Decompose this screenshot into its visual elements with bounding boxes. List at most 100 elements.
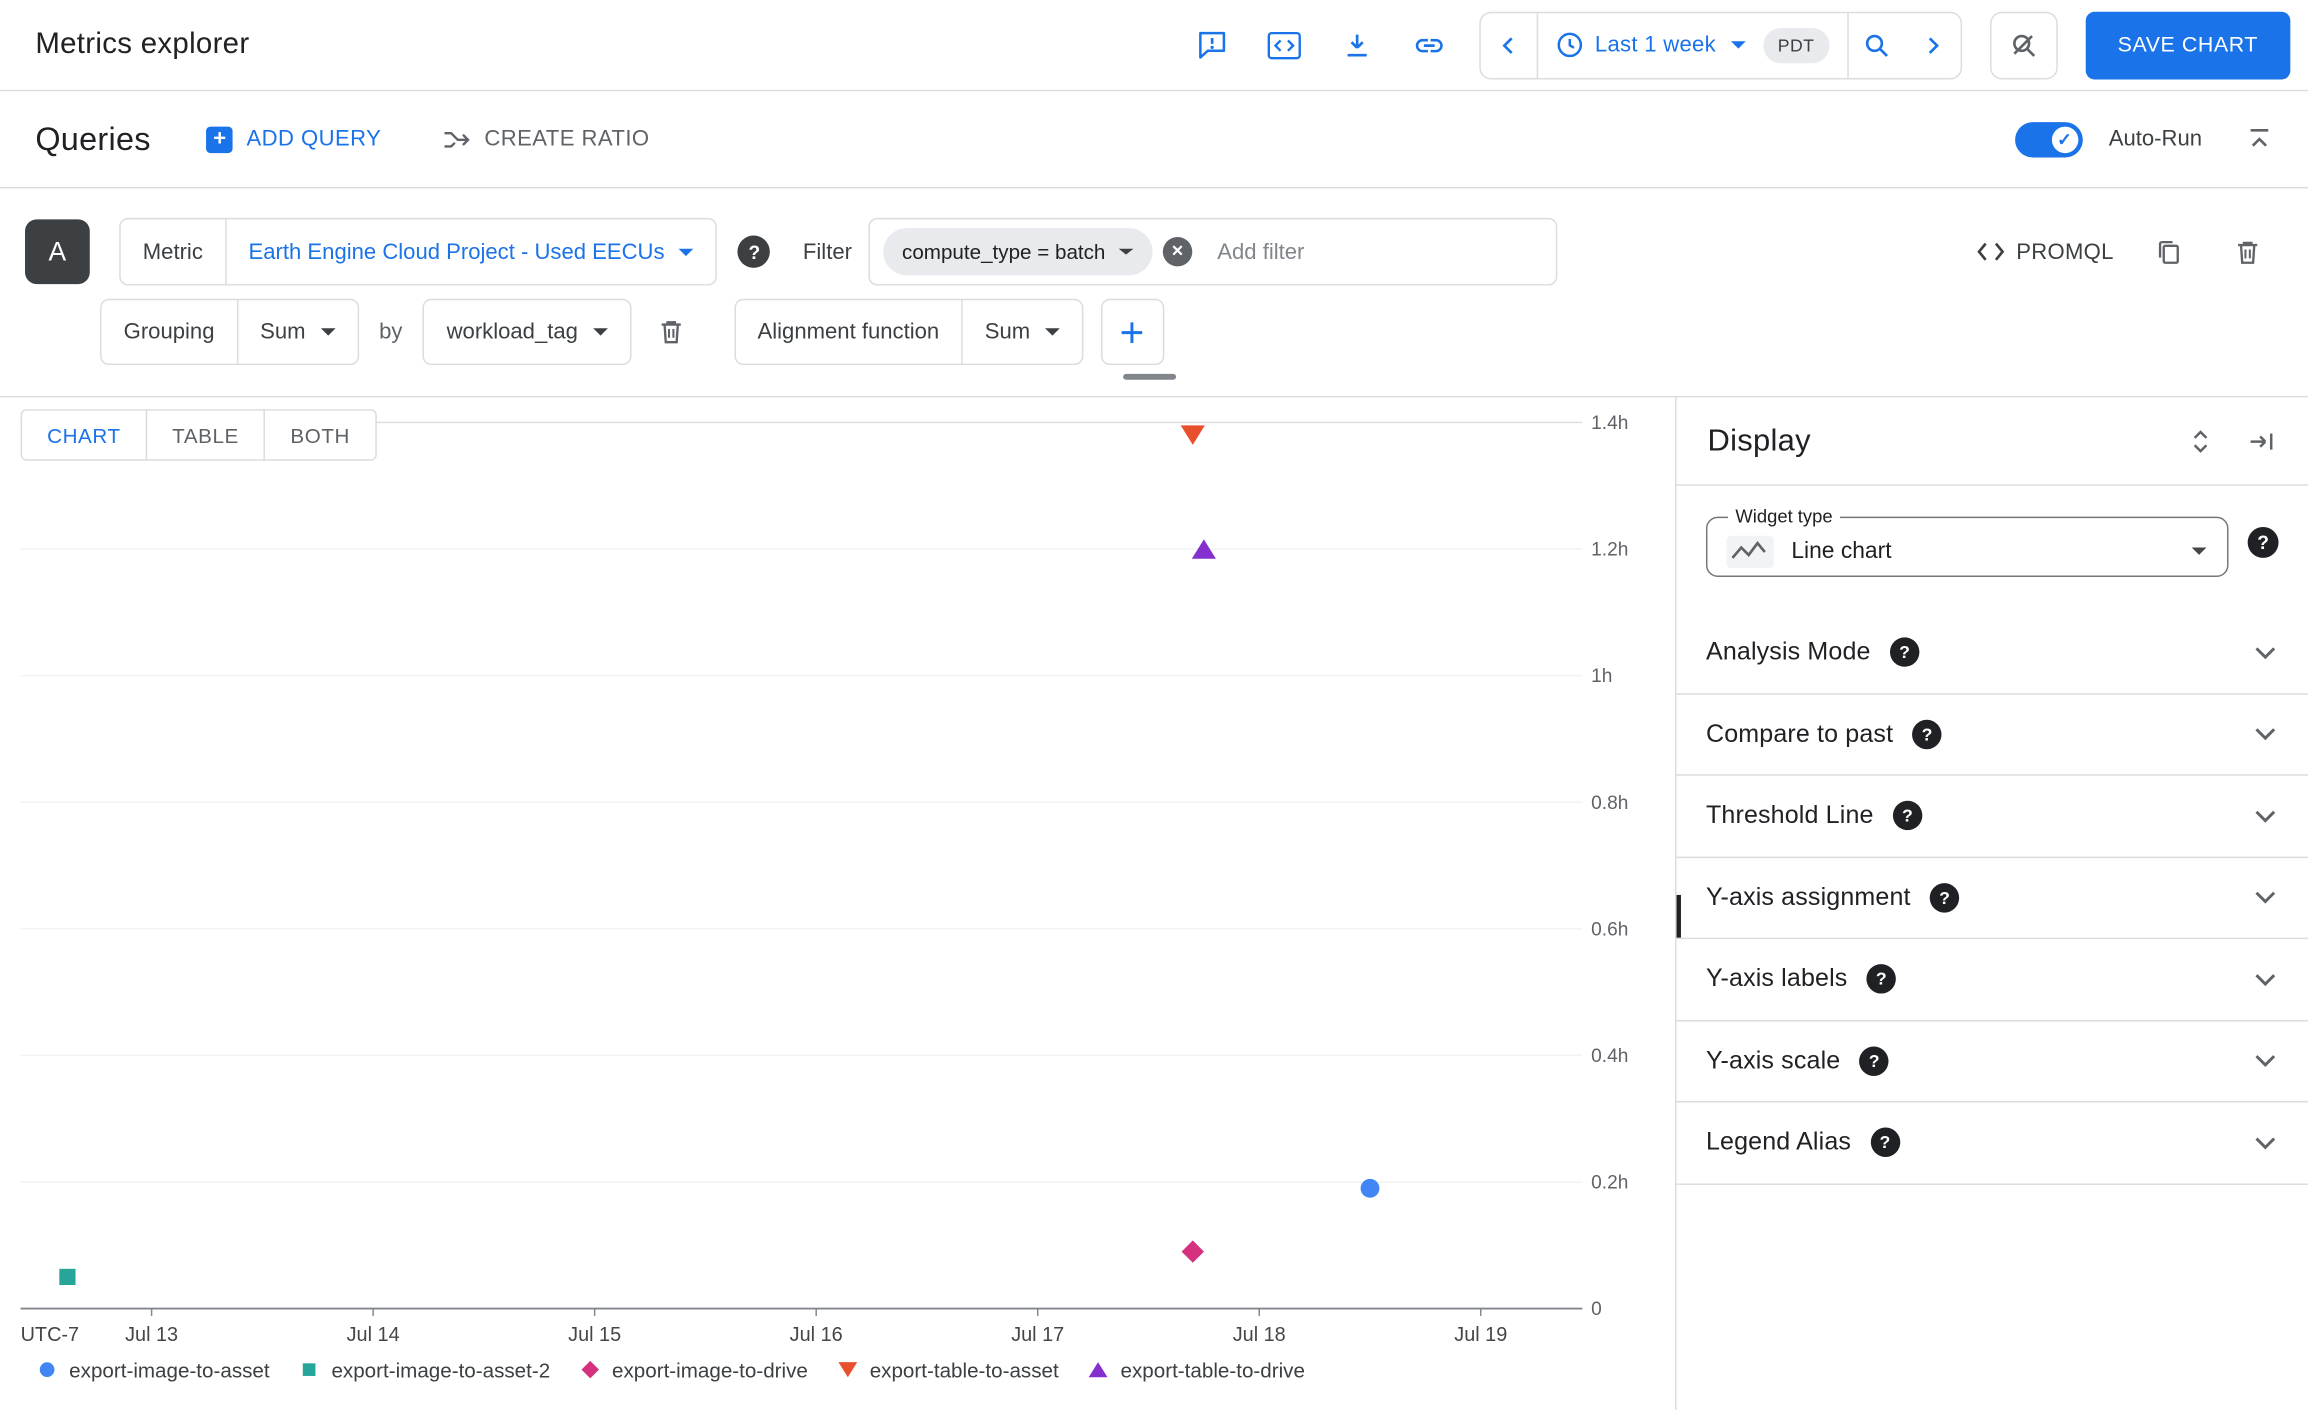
legend-export-image-to-drive[interactable]: export-image-to-drive: [578, 1357, 808, 1382]
group-by-value: workload_tag: [446, 319, 578, 345]
svg-text:Jul 17: Jul 17: [1011, 1324, 1064, 1346]
y-axis-scale-help-icon[interactable]: [1859, 1046, 1889, 1076]
x-axis: UTC-7 Jul 13 Jul 14 Jul 15 Jul 16 Jul 17 Jul 1…: [21, 1308, 1507, 1346]
tab-table[interactable]: TABLE: [145, 409, 266, 461]
chevron-down-icon: [2255, 646, 2276, 659]
tab-chart[interactable]: CHART: [20, 409, 148, 461]
section-title: Y-axis labels: [1705, 964, 1848, 993]
widget-type-select[interactable]: Widget type Line chart: [1705, 506, 2229, 578]
legend-alias-help-icon[interactable]: [1870, 1127, 1900, 1158]
metric-selector[interactable]: Metric Earth Engine Cloud Project - Used…: [119, 217, 718, 286]
duplicate-query-button[interactable]: [2143, 227, 2193, 277]
metric-label: Metric: [142, 239, 203, 265]
filter-label: Filter: [802, 239, 853, 265]
filter-chip-label: compute_type = batch: [902, 239, 1106, 264]
analysis-mode-help-icon[interactable]: [1889, 637, 1920, 668]
legend-export-table-to-asset[interactable]: export-table-to-asset: [836, 1357, 1059, 1382]
svg-text:Jul 15: Jul 15: [568, 1324, 621, 1346]
chevron-down-icon: [2255, 973, 2276, 986]
delete-query-button[interactable]: [2223, 227, 2273, 277]
query-letter-badge: A: [25, 219, 90, 285]
section-analysis-mode[interactable]: Analysis Mode: [1676, 612, 2308, 695]
section-y-axis-assignment[interactable]: Y-axis assignment: [1676, 857, 2308, 940]
grouping-selector[interactable]: Grouping Sum: [100, 298, 359, 366]
create-ratio-label: CREATE RATIO: [484, 126, 650, 152]
legend-export-image-to-asset-2[interactable]: export-image-to-asset-2: [298, 1357, 550, 1382]
compare-to-past-help-icon[interactable]: [1912, 719, 1942, 749]
metric-help-icon[interactable]: [738, 235, 771, 268]
legend-label: export-table-to-asset: [869, 1357, 1059, 1382]
threshold-line-help-icon[interactable]: [1892, 801, 1923, 831]
resize-handle[interactable]: [1122, 373, 1176, 380]
remove-filter-icon[interactable]: [1162, 236, 1193, 267]
time-back-button[interactable]: [1480, 13, 1536, 78]
auto-run-toggle[interactable]: [2014, 121, 2083, 157]
filter-chip[interactable]: compute_type = batch: [882, 228, 1153, 276]
query-actions: PROMQL: [1976, 227, 2272, 277]
metrics-explorer-app: Metrics explorer Last 1 week PDT SAVE CH…: [0, 0, 2308, 1410]
chevron-down-icon: [2255, 1055, 2276, 1068]
chevron-left-icon: [1501, 36, 1512, 54]
legend-label: export-image-to-asset: [69, 1357, 270, 1382]
caret-down-icon: [1044, 328, 1060, 336]
display-panel-header: Display: [1676, 397, 2308, 486]
feedback-icon: [1199, 31, 1226, 59]
time-range-selector[interactable]: Last 1 week PDT: [1537, 13, 1846, 78]
feedback-button[interactable]: [1181, 14, 1243, 76]
save-chart-button[interactable]: SAVE CHART: [2085, 11, 2291, 79]
filter-input[interactable]: compute_type = batch Add filter: [868, 217, 1558, 286]
y-axis-assignment-help-icon[interactable]: [1929, 882, 1960, 913]
chevron-down-icon: [2255, 1137, 2276, 1150]
alignment-function-selector[interactable]: Alignment function Sum: [733, 298, 1084, 366]
copy-icon: [2158, 240, 2179, 264]
download-icon: [1346, 33, 1366, 56]
section-threshold-line[interactable]: Threshold Line: [1676, 776, 2308, 858]
legend-export-table-to-drive[interactable]: export-table-to-drive: [1087, 1357, 1305, 1382]
caret-down-icon: [1118, 248, 1134, 255]
tab-both[interactable]: BOTH: [263, 409, 377, 461]
triangle-down-marker-icon: [838, 1362, 858, 1378]
alignment-label: Alignment function: [757, 319, 940, 345]
section-compare-to-past[interactable]: Compare to past: [1676, 694, 2308, 776]
y-axis-labels-help-icon[interactable]: [1866, 964, 1897, 994]
unfold-sections-button[interactable]: [2189, 428, 2213, 454]
widget-type-row: Widget type Line chart: [1705, 506, 2279, 578]
chart-legend: export-image-to-asset export-image-to-ass…: [35, 1357, 1305, 1382]
time-forward-button[interactable]: [1904, 13, 1960, 78]
section-title: Y-axis assignment: [1705, 882, 1911, 911]
disable-zoom-button[interactable]: [1989, 11, 2058, 79]
time-range-label: Last 1 week: [1594, 32, 1716, 58]
query-row-grouping: Grouping Sum by workload_tag Alignment f…: [100, 298, 2273, 366]
add-processing-step-button[interactable]: [1100, 298, 1165, 366]
timezone-badge: PDT: [1763, 27, 1830, 63]
panel-scrollbar[interactable]: [1676, 894, 1681, 938]
section-legend-alias[interactable]: Legend Alias: [1676, 1102, 2308, 1185]
group-by-selector[interactable]: workload_tag: [423, 298, 631, 366]
delete-grouping-button[interactable]: [646, 307, 696, 357]
scatter-chart[interactable]: 1.4h 1.2h 1h 0.8h 0.6h 0.4h 0.2h 0 UTC-7 Jul 13 Ju…: [0, 397, 1675, 1410]
collapse-queries-button[interactable]: [2246, 127, 2272, 152]
section-title: Legend Alias: [1705, 1127, 1852, 1156]
download-button[interactable]: [1326, 14, 1388, 76]
section-y-axis-labels[interactable]: Y-axis labels: [1676, 939, 2308, 1021]
collapse-panel-button[interactable]: [2248, 429, 2276, 453]
alignment-value: Sum: [984, 319, 1031, 345]
section-y-axis-scale[interactable]: Y-axis scale: [1676, 1021, 2308, 1103]
create-ratio-button[interactable]: CREATE RATIO: [443, 127, 649, 152]
chevron-right-icon: [1928, 36, 1939, 54]
widget-type-label: Widget type: [1735, 506, 1833, 527]
code-editor-button[interactable]: [1253, 14, 1315, 76]
diamond-marker-icon: [581, 1360, 599, 1379]
zoom-time-button[interactable]: [1848, 13, 1904, 78]
promql-toggle[interactable]: PROMQL: [1976, 239, 2113, 264]
widget-type-help-icon[interactable]: [2247, 526, 2279, 558]
legend-export-image-to-asset[interactable]: export-image-to-asset: [35, 1357, 270, 1382]
line-chart-icon: [1725, 534, 1775, 569]
add-query-label: ADD QUERY: [246, 126, 382, 152]
promql-label: PROMQL: [2016, 239, 2114, 265]
legend-label: export-table-to-drive: [1120, 1357, 1305, 1382]
share-link-button[interactable]: [1398, 14, 1460, 76]
add-filter-input[interactable]: Add filter: [1217, 239, 1304, 264]
add-query-button[interactable]: ADD QUERY: [206, 125, 382, 153]
trash-icon: [661, 321, 681, 344]
